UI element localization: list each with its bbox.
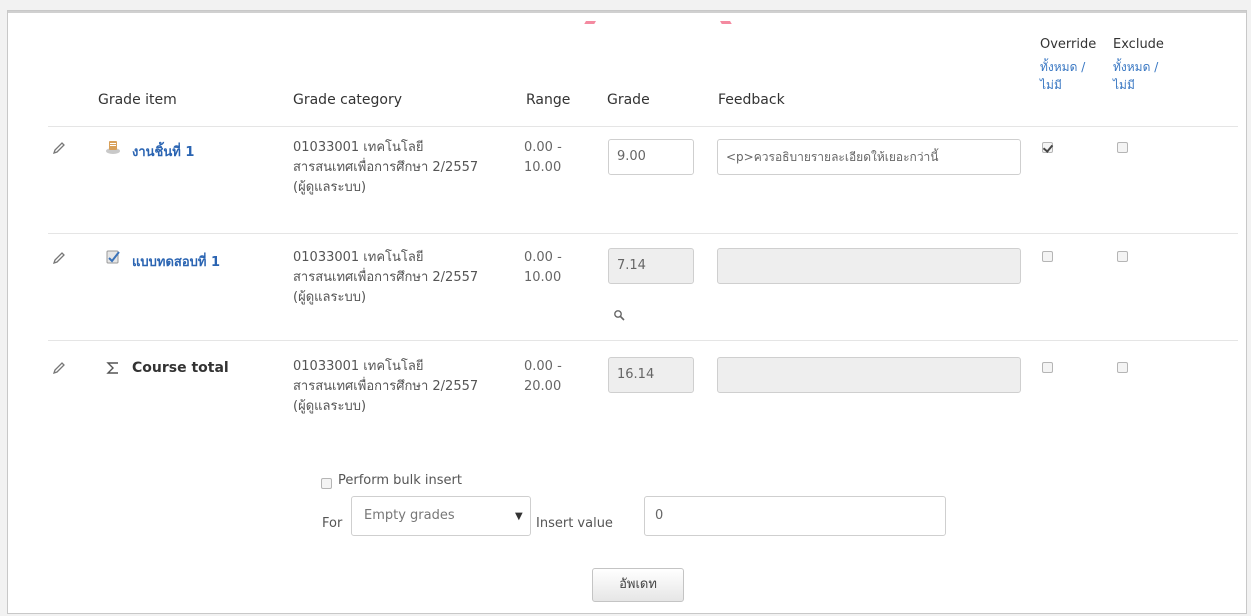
bulk-insert-label: Perform bulk insert <box>338 473 462 488</box>
feedback-input[interactable]: <p>ควรอธิบายรายละเอียดให้เยอะกว่านี้ <box>717 139 1021 175</box>
sigma-icon <box>106 362 118 374</box>
header-override: Override <box>1040 37 1097 52</box>
header-grade-item: Grade item <box>98 92 177 108</box>
override-all-none-link[interactable]: ทั้งหมด / ไม่มี <box>1040 58 1100 94</box>
feedback-input <box>717 248 1021 284</box>
for-label: For <box>322 516 343 531</box>
grade-category: 01033001 เทคโนโลยีสารสนเทศเพื่อการศึกษา … <box>293 140 479 195</box>
grade-category: 01033001 เทคโนโลยีสารสนเทศเพื่อการศึกษา … <box>293 250 479 305</box>
exclude-checkbox[interactable] <box>1117 251 1128 262</box>
grade-input: 7.14 <box>608 248 694 284</box>
grader-panel: Grade item Grade category Range Grade Fe… <box>7 10 1247 614</box>
row-separator <box>48 126 1238 127</box>
override-checkbox[interactable] <box>1042 251 1053 262</box>
assignment-icon <box>106 141 120 154</box>
course-total-label: Course total <box>132 360 229 376</box>
edit-icon[interactable] <box>52 361 66 375</box>
bulk-insert-checkbox[interactable] <box>321 478 332 489</box>
exclude-checkbox[interactable] <box>1117 362 1128 373</box>
grade-range: 0.00 - 10.00 <box>524 140 562 175</box>
header-feedback: Feedback <box>718 92 785 108</box>
override-checkbox[interactable] <box>1042 142 1053 153</box>
grade-item-link[interactable]: งานชิ้นที่ 1 <box>132 141 194 162</box>
header-grade: Grade <box>607 92 650 108</box>
chevron-down-icon: ▼ <box>515 511 523 522</box>
exclude-all-none-link[interactable]: ทั้งหมด / ไม่มี <box>1113 58 1173 94</box>
grade-item-link[interactable]: แบบทดสอบที่ 1 <box>132 251 220 272</box>
override-checkbox[interactable] <box>1042 362 1053 373</box>
grade-input: 16.14 <box>608 357 694 393</box>
bulk-insert-select[interactable]: Empty grades <box>351 496 531 536</box>
header-range: Range <box>526 92 571 108</box>
header-grade-category: Grade category <box>293 92 403 108</box>
edit-icon[interactable] <box>52 251 66 265</box>
top-border <box>8 11 1246 13</box>
grade-range: 0.00 - 10.00 <box>524 250 562 285</box>
edit-icon[interactable] <box>52 141 66 155</box>
quiz-icon <box>106 250 120 264</box>
header-exclude: Exclude <box>1113 37 1164 52</box>
row-separator <box>48 340 1238 341</box>
grade-input[interactable]: 9.00 <box>608 139 694 175</box>
magnifier-icon[interactable] <box>613 309 625 321</box>
bulk-insert-select-value: Empty grades <box>364 508 455 523</box>
row-separator <box>48 233 1238 234</box>
exclude-checkbox[interactable] <box>1117 142 1128 153</box>
insert-value-label: Insert value <box>536 516 613 531</box>
feedback-input <box>717 357 1021 393</box>
grade-range: 0.00 - 20.00 <box>524 359 562 394</box>
update-button[interactable]: อัพเดท <box>592 568 684 602</box>
insert-value-input[interactable]: 0 <box>644 496 946 536</box>
grade-category: 01033001 เทคโนโลยีสารสนเทศเพื่อการศึกษา … <box>293 359 479 414</box>
